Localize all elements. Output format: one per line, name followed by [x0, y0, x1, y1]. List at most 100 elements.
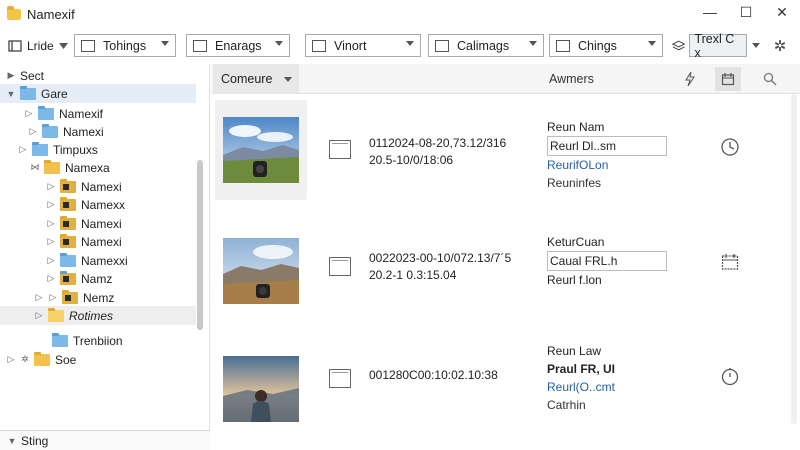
folder-icon: [20, 85, 36, 100]
info-field[interactable]: Caual FRL.h: [547, 251, 667, 271]
calendar-icon[interactable]: [715, 67, 741, 91]
tree-item-gare[interactable]: ▼ Gare: [0, 84, 196, 103]
dropdown-calimags[interactable]: Calimags: [428, 34, 544, 57]
folder-icon: [44, 159, 60, 174]
folder-icon: [38, 105, 54, 120]
tree-item-label: Trenbiion: [73, 333, 123, 348]
thumbnail[interactable]: [215, 221, 307, 321]
tree-item-label: Namexi: [81, 179, 122, 194]
close-button[interactable]: ✕: [764, 0, 800, 24]
folder-icon: [52, 332, 68, 347]
tree-item-rotimes[interactable]: ▷ Rotimes: [0, 306, 196, 325]
tree-item-label: Namexi: [63, 124, 104, 139]
folder-icon: [60, 270, 76, 285]
folder-tree: ▶ Sect ▼ Gare ▷ Namexif ▷ Namexi ▷ Timpu…: [0, 64, 210, 430]
file-meta: 0112024-08-20,73.12/316 20.5-10/0/18:06: [369, 135, 506, 169]
tree-section[interactable]: ▶ Sect: [6, 66, 44, 85]
folder-icon: [60, 233, 76, 248]
chevron-down-icon: [161, 41, 169, 46]
lightning-icon[interactable]: [677, 67, 703, 91]
minimize-button[interactable]: —: [692, 0, 728, 24]
view-button[interactable]: Lride: [4, 34, 72, 58]
tree-item-label: Timpuxs: [53, 142, 98, 157]
calendar-icon[interactable]: [719, 251, 741, 273]
list-item[interactable]: 001280C00:10:02.10:38 Reun Law Praul FR,…: [211, 333, 791, 448]
file-icon: [329, 257, 351, 276]
tree-item[interactable]: ▷ Namexxi: [46, 251, 128, 270]
chevron-down-icon: ▼: [7, 435, 17, 446]
sort-dropdown[interactable]: Comeure: [213, 64, 299, 94]
tree-item[interactable]: ▷ Namexif: [24, 104, 103, 123]
dropdown-vinort[interactable]: Vinort: [305, 34, 421, 57]
info-link[interactable]: Reurl(O..cmt: [547, 378, 615, 396]
view-label: Lride: [27, 39, 54, 53]
file-info: Reun Nam Reurl Dl..sm ReurifOLon Reuninf…: [547, 118, 667, 192]
clock-icon[interactable]: [719, 136, 741, 158]
tree-footer-label: Sting: [21, 433, 49, 448]
file-icon: [329, 140, 351, 159]
search-icon[interactable]: [757, 67, 783, 91]
list-header: Comeure Awmers: [211, 64, 800, 94]
search-control[interactable]: Trexl C x: [670, 32, 760, 60]
dropdown-chings[interactable]: Chings: [549, 34, 663, 57]
info-line: Reun Nam: [547, 120, 605, 134]
tree-item-label: Namexxi: [81, 253, 128, 268]
info-link[interactable]: ReurifOLon: [547, 156, 667, 174]
dropdown-label: Vinort: [334, 38, 367, 53]
tree-scrollbar[interactable]: [196, 68, 204, 426]
sort-label: Comeure: [221, 72, 273, 86]
tree-footer[interactable]: ▼ Sting: [0, 430, 210, 450]
folder-icon: [34, 351, 50, 366]
folder-icon: [32, 141, 48, 156]
tree-section-label: Sect: [20, 68, 45, 83]
tree-item[interactable]: ▷ Namz: [46, 269, 112, 288]
toolbar: Lride Tohings Enarags Vinort Calimags Ch…: [0, 30, 800, 62]
tree-item[interactable]: ▷ Namexi: [46, 214, 122, 233]
dropdown-enarags[interactable]: Enarags: [186, 34, 290, 57]
gear-icon[interactable]: ✲: [772, 38, 788, 55]
photo-thumbnail: [223, 238, 299, 304]
tree-item[interactable]: ▷ Timpuxs: [18, 140, 98, 159]
info-line: KeturCuan: [547, 235, 605, 249]
tree-item-label: Rotimes: [69, 308, 114, 323]
search-input[interactable]: Trexl C x: [689, 32, 747, 60]
tree-item-label: Namexa: [65, 160, 110, 175]
maximize-button[interactable]: ☐: [728, 0, 764, 24]
tree-item[interactable]: ▷ Namexi: [46, 177, 122, 196]
chevron-right-icon: ▷: [47, 181, 55, 191]
info-field[interactable]: Reurl Dl..sm: [547, 136, 667, 156]
info-line: Reuninfes: [547, 176, 602, 190]
tree-item[interactable]: ▷ Namexi: [28, 122, 104, 141]
tree-item[interactable]: Trenbiion: [38, 331, 123, 350]
tree-item[interactable]: ▷ ▷ Nemz: [34, 288, 114, 307]
image-icon: [193, 39, 207, 52]
thumbnail[interactable]: [215, 100, 307, 200]
scrollbar-thumb[interactable]: [197, 160, 203, 330]
chevron-right-icon: ⋈: [30, 162, 40, 172]
file-meta: 001280C00:10:02.10:38: [369, 367, 498, 384]
list-scrollbar[interactable]: [790, 94, 798, 430]
chevron-down-icon: [752, 43, 760, 48]
dropdown-label: Tohings: [103, 38, 147, 53]
picture-icon: [435, 39, 449, 52]
chevron-right-icon: ▷: [35, 310, 43, 320]
tree-item[interactable]: ▷ Namexi: [46, 232, 122, 251]
list-item[interactable]: 0022023-00-10/072.13/7´5 20.2-1 0.3:15.0…: [211, 215, 791, 330]
photo-thumbnail: [223, 117, 299, 183]
tree-item-label: Gare: [41, 86, 68, 101]
info-line: Catrhin: [547, 398, 586, 412]
tree-item[interactable]: ⋈ Namexa: [30, 158, 110, 177]
crop-icon: [81, 39, 95, 52]
thumbnail[interactable]: [215, 339, 307, 439]
timer-icon[interactable]: [719, 365, 741, 387]
list-item[interactable]: 0112024-08-20,73.12/316 20.5-10/0/18:06 …: [211, 94, 791, 209]
chevron-right-icon: ▷: [47, 236, 55, 246]
info-line: Praul FR, UI: [547, 362, 616, 376]
tree-item[interactable]: ▷ Namexx: [46, 195, 125, 214]
file-meta: 0022023-00-10/072.13/7´5 20.2-1 0.3:15.0…: [369, 250, 511, 284]
meta-line: 20.2-1 0.3:15.04: [369, 268, 457, 282]
dropdown-tohings[interactable]: Tohings: [74, 34, 176, 57]
scrollbar-thumb[interactable]: [791, 94, 797, 424]
folder-icon: [60, 196, 76, 211]
tree-item[interactable]: ▷ ✲ Soe: [6, 350, 76, 369]
